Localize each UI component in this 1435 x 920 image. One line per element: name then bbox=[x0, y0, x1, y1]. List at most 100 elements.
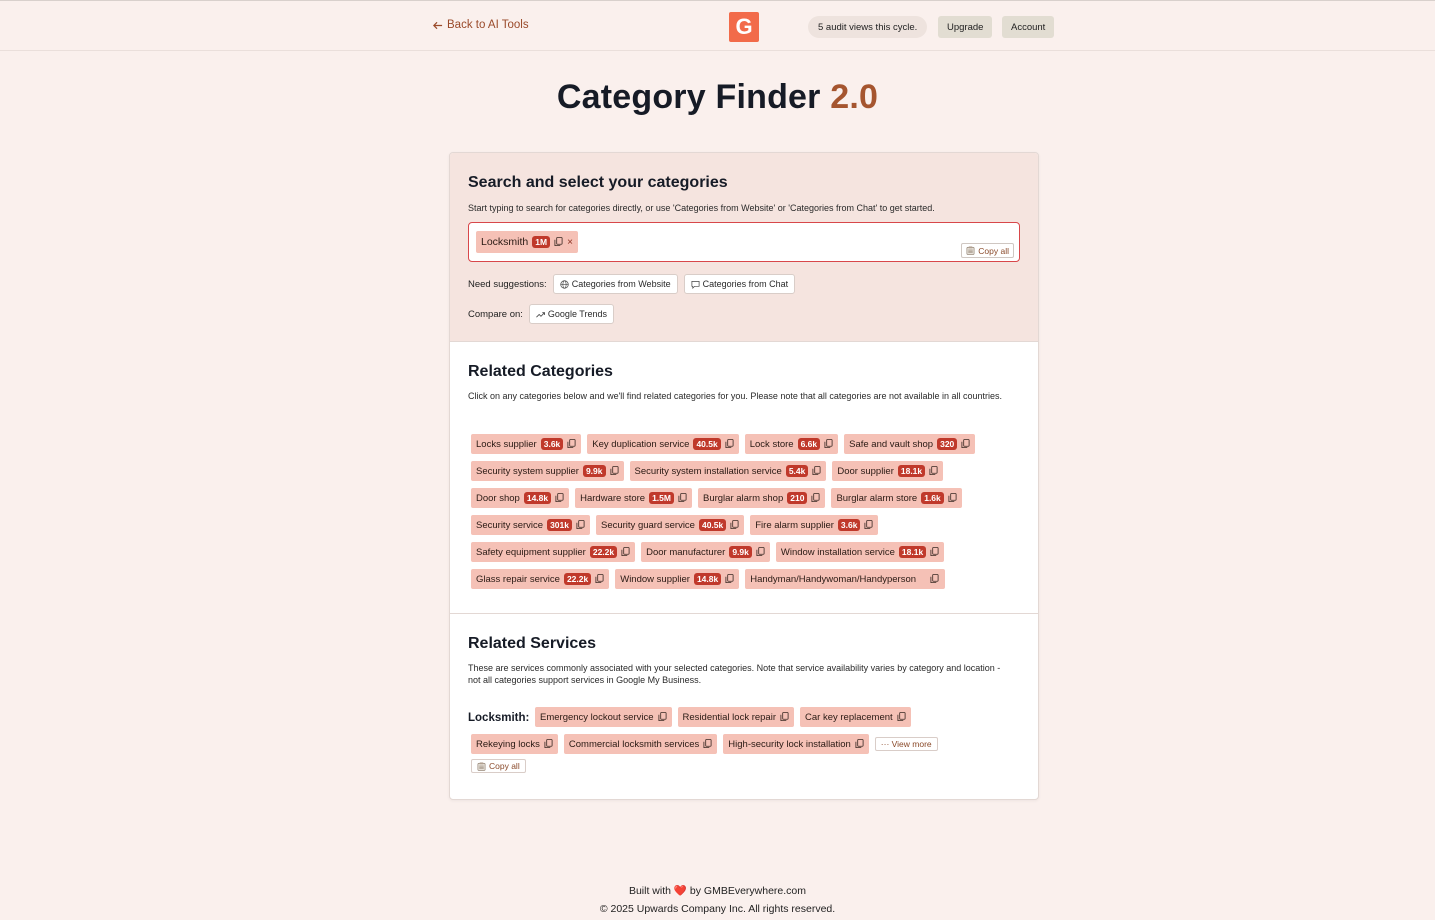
copy-icon[interactable] bbox=[567, 439, 576, 449]
copy-icon[interactable] bbox=[929, 466, 938, 476]
compare-label: Compare on: bbox=[468, 308, 523, 320]
chip-label: Door manufacturer bbox=[646, 546, 726, 558]
view-more-button[interactable]: ··· View more bbox=[874, 737, 938, 751]
search-volume-badge: 301k bbox=[547, 519, 572, 531]
search-volume-badge: 14.8k bbox=[523, 492, 552, 504]
related-category-chip[interactable]: Security system supplier 9.9k bbox=[471, 461, 624, 481]
related-category-chip[interactable]: Safe and vault shop 320 bbox=[844, 434, 976, 454]
copy-icon[interactable] bbox=[961, 439, 970, 449]
search-heading: Search and select your categories bbox=[468, 174, 728, 191]
related-category-chip[interactable]: Key duplication service 40.5k bbox=[587, 434, 739, 454]
copy-icon[interactable] bbox=[930, 574, 939, 584]
suggestions-label: Need suggestions: bbox=[468, 278, 547, 290]
chip-label: Door supplier bbox=[837, 465, 894, 477]
related-category-chip[interactable]: Locks supplier 3.6k bbox=[471, 434, 582, 454]
related-category-chip[interactable]: Handyman/Handywoman/Handyperson bbox=[745, 569, 946, 589]
related-services-section: Related Services These are services comm… bbox=[450, 615, 1038, 799]
copy-icon[interactable] bbox=[811, 493, 820, 503]
related-category-chip[interactable]: Security service 301k bbox=[471, 515, 590, 535]
copy-icon[interactable] bbox=[555, 493, 564, 503]
copy-icon[interactable] bbox=[725, 439, 734, 449]
chip-label: Lock store bbox=[749, 438, 794, 450]
search-volume-badge: 3.6k bbox=[540, 438, 564, 450]
related-heading: Related Categories bbox=[468, 363, 613, 380]
logo-letter: G bbox=[735, 14, 753, 39]
account-button[interactable]: Account bbox=[1002, 16, 1055, 38]
copy-all-services-button[interactable]: Copy all bbox=[471, 759, 526, 773]
service-category-label: Locksmith: bbox=[468, 712, 530, 724]
related-category-chip[interactable]: Window installation service 18.1k bbox=[775, 542, 945, 562]
copy-icon[interactable] bbox=[576, 520, 585, 530]
copy-icon[interactable] bbox=[756, 547, 765, 557]
service-chip[interactable]: Commercial locksmith services bbox=[563, 734, 718, 754]
copy-icon[interactable] bbox=[855, 739, 864, 749]
chat-icon bbox=[691, 280, 700, 289]
copy-icon[interactable] bbox=[725, 574, 734, 584]
compare-row: Compare on: Google Trends bbox=[468, 304, 614, 324]
services-description: These are services commonly associated w… bbox=[468, 663, 1001, 685]
search-volume-badge: 22.2k bbox=[589, 546, 618, 558]
copy-icon[interactable] bbox=[824, 439, 833, 449]
copy-icon[interactable] bbox=[780, 712, 789, 722]
copy-all-label: Copy all bbox=[978, 245, 1009, 256]
copy-icon[interactable] bbox=[730, 520, 739, 530]
related-category-chip[interactable]: Safety equipment supplier 22.2k bbox=[471, 542, 636, 562]
related-category-chip[interactable]: Security guard service 40.5k bbox=[595, 515, 745, 535]
related-category-chip[interactable]: Glass repair service 22.2k bbox=[471, 569, 610, 589]
categories-from-website-button[interactable]: Categories from Website bbox=[552, 274, 678, 294]
search-volume-badge: 3.6k bbox=[837, 519, 861, 531]
copy-all-selected-button[interactable]: Copy all bbox=[961, 243, 1014, 258]
related-category-chip[interactable]: Window supplier 14.8k bbox=[615, 569, 740, 589]
google-trends-button[interactable]: Google Trends bbox=[528, 304, 614, 324]
copy-icon[interactable] bbox=[544, 739, 553, 749]
copyright-text: © 2025 Upwards Company Inc. All rights r… bbox=[599, 903, 836, 915]
copy-icon[interactable] bbox=[621, 547, 630, 557]
related-category-chip[interactable]: Fire alarm supplier 3.6k bbox=[750, 515, 879, 535]
copy-icon[interactable] bbox=[703, 739, 712, 749]
copy-icon[interactable] bbox=[609, 466, 619, 476]
service-chip[interactable]: Emergency lockout service bbox=[535, 707, 672, 727]
service-chip[interactable]: Residential lock repair bbox=[677, 707, 794, 727]
brand-logo[interactable]: G bbox=[729, 12, 759, 42]
search-volume-badge: 18.1k bbox=[897, 465, 926, 477]
copy-icon[interactable] bbox=[930, 547, 939, 557]
search-volume-badge: 320 bbox=[937, 438, 958, 450]
chip-label: Window installation service bbox=[780, 546, 895, 558]
built-with-suffix[interactable]: by GMBEverywhere.com bbox=[690, 885, 806, 897]
related-category-chip[interactable]: Door supplier 18.1k bbox=[832, 461, 944, 481]
copy-icon[interactable] bbox=[864, 520, 873, 530]
related-category-chip[interactable]: Door shop 14.8k bbox=[471, 488, 570, 508]
upgrade-button[interactable]: Upgrade bbox=[938, 16, 993, 38]
chip-label: Locks supplier bbox=[476, 438, 537, 450]
chip-label: Burglar alarm store bbox=[836, 492, 918, 504]
related-category-chip[interactable]: Security system installation service 5.4k bbox=[629, 461, 827, 481]
from-chat-label: Categories from Chat bbox=[702, 279, 789, 289]
service-chip[interactable]: Rekeying locks bbox=[471, 734, 558, 754]
related-category-chip[interactable]: Hardware store 1.5M bbox=[575, 488, 692, 508]
search-volume-badge: 40.5k bbox=[693, 438, 721, 450]
copy-icon[interactable] bbox=[948, 493, 957, 503]
from-website-label: Categories from Website bbox=[571, 279, 671, 289]
related-category-chip[interactable]: Door manufacturer 9.9k bbox=[641, 542, 770, 562]
service-chip[interactable]: High-security lock installation bbox=[723, 734, 869, 754]
remove-icon[interactable]: × bbox=[567, 237, 573, 248]
service-list-row-2: Rekeying locks Commercial locksmith servi… bbox=[471, 734, 938, 754]
suggestions-row: Need suggestions: Categories from Websit… bbox=[468, 274, 796, 294]
selected-category-chip[interactable]: Locksmith 1M × bbox=[476, 231, 578, 253]
related-category-chip[interactable]: Burglar alarm shop 210 bbox=[697, 488, 826, 508]
related-category-chip[interactable]: Burglar alarm store 1.6k bbox=[831, 488, 962, 508]
category-search-input[interactable]: Locksmith 1M × Copy all bbox=[468, 222, 1020, 262]
copy-icon[interactable] bbox=[812, 466, 821, 476]
copy-icon[interactable] bbox=[678, 493, 687, 503]
copy-icon[interactable] bbox=[554, 237, 563, 247]
service-chip[interactable]: Car key replacement bbox=[800, 707, 911, 727]
back-to-ai-tools-link[interactable]: Back to AI Tools bbox=[432, 19, 529, 31]
chip-label: Safety equipment supplier bbox=[476, 546, 586, 558]
copy-icon[interactable] bbox=[595, 574, 604, 584]
top-bar: Back to AI Tools G 5 audit views this cy… bbox=[0, 1, 1435, 51]
copy-icon[interactable] bbox=[897, 712, 906, 722]
related-category-chip[interactable]: Lock store 6.6k bbox=[744, 434, 839, 454]
chip-label: Fire alarm supplier bbox=[755, 519, 834, 531]
categories-from-chat-button[interactable]: Categories from Chat bbox=[683, 274, 796, 294]
copy-icon[interactable] bbox=[658, 712, 667, 722]
